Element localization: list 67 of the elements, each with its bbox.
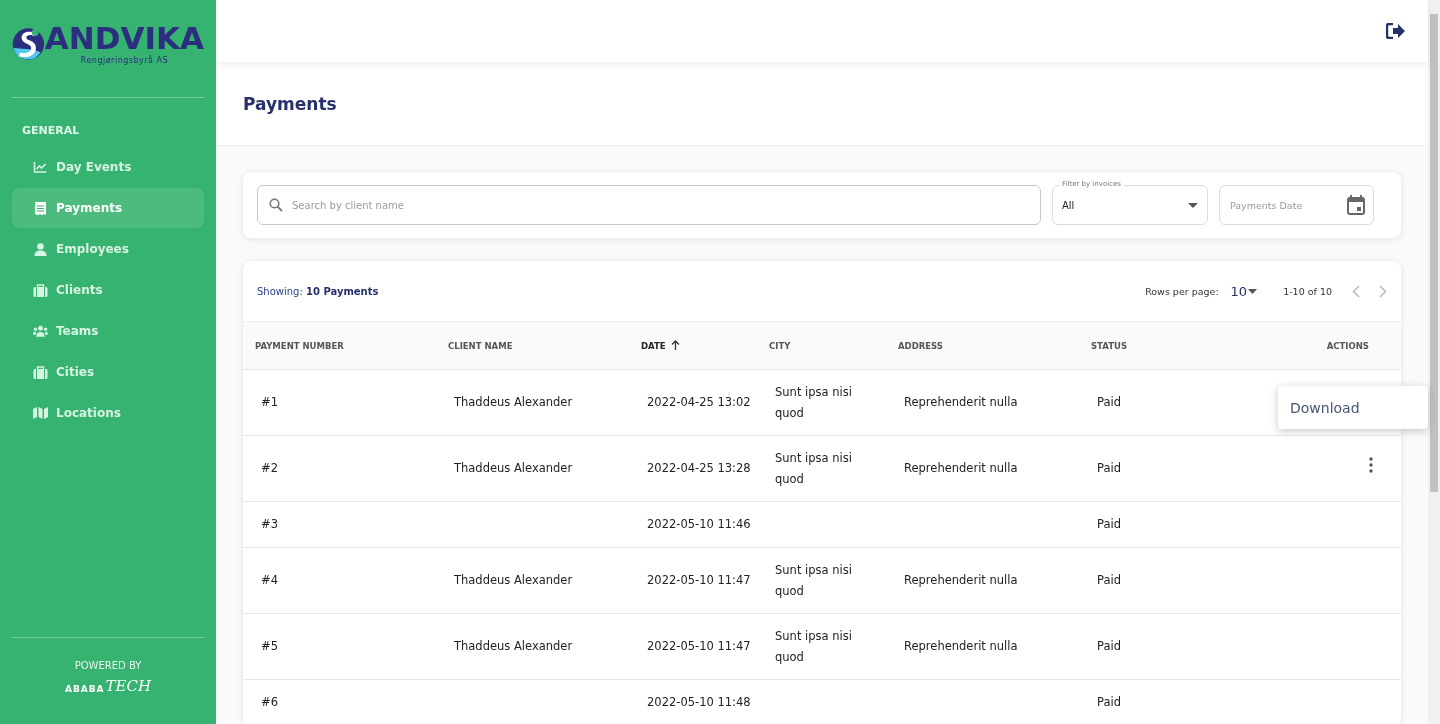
table-cell: #4 [261,573,278,587]
briefcase-icon [33,283,48,297]
table-cell: Paid [1097,639,1121,653]
caret-icon [1188,202,1198,208]
table-cell: 2022-05-10 11:46 [647,517,751,531]
search-icon [269,198,283,212]
logo-text: ANDVIKA [44,23,204,54]
showing-count: Showing: 10 Payments [257,285,379,297]
table-cell: Paid [1097,395,1121,409]
table-cell: Paid [1097,573,1121,587]
table-cell: Reprehenderit nulla [904,639,1018,653]
column-header[interactable]: PAYMENT NUMBER [243,322,436,370]
table-cell-text: Sunt ipsa nisi quod [775,449,853,488]
table-cell: #6 [261,695,278,709]
table-cell: 2022-05-10 11:47 [647,573,751,587]
calendar-icon [1347,195,1365,215]
logo-tagline: Rengjøringsbyrå AS [79,56,170,65]
table-cell: Reprehenderit nulla [904,395,1018,409]
table-cell: 2022-04-25 13:28 [647,461,751,475]
map-icon [33,407,48,419]
logout-icon[interactable] [1386,23,1406,39]
table-cell: Thaddeus Alexander [454,639,573,653]
page-range: 1-10 of 10 [1283,285,1332,297]
table-cell-text: Sunt ipsa nisi quod [775,561,853,600]
company-logo: ABABA TECH [64,679,152,694]
table-cell-text: Sunt ipsa nisi quod [775,627,853,666]
powered-by-label: POWERED BY [74,660,142,671]
table-cell: 2022-05-10 11:48 [647,695,751,709]
receipt-icon [33,201,48,215]
table-cell: 2022-04-25 13:02 [647,395,751,409]
table-cell: #2 [261,461,278,475]
person-icon [33,242,48,256]
caret-icon [1248,288,1258,294]
date-field[interactable]: Payments Date [1219,185,1374,225]
rows-per-page-dropdown[interactable]: 10 [1230,283,1258,299]
table-cell: #3 [261,517,278,531]
column-header[interactable]: ACTIONS [1301,322,1401,370]
more-options-icon[interactable] [1369,457,1373,473]
table-cell: Thaddeus Alexander [454,461,573,475]
table-cell: Reprehenderit nulla [904,573,1018,587]
group-icon [33,325,48,337]
line-chart-icon [33,161,48,173]
section-heading: GENERAL [22,124,81,137]
table-cell: Paid [1097,461,1121,475]
scrollbar[interactable] [1428,0,1440,724]
column-header[interactable]: CITY [757,322,886,370]
table-cell: Reprehenderit nulla [904,461,1018,475]
table-cell: Thaddeus Alexander [454,573,573,587]
column-header[interactable]: CLIENT NAME [436,322,629,370]
column-header[interactable]: ADDRESS [886,322,1079,370]
table-cell: Thaddeus Alexander [454,395,573,409]
sort-arrow-icon [670,340,680,350]
table-cell: 2022-05-10 11:47 [647,639,751,653]
rows-per-page-label: Rows per page: [1145,285,1219,297]
table-cell: Paid [1097,517,1121,531]
table-cell: #5 [261,639,278,653]
next-page-icon[interactable] [1379,284,1387,298]
column-header[interactable]: STATUS [1079,322,1301,370]
search-field[interactable]: Search by client name [257,185,1041,225]
briefcase-icon [33,365,48,379]
menu-item[interactable]: Download [1278,399,1360,416]
table-cell: #1 [261,395,278,409]
page-title: Payments [243,93,337,114]
table-cell-text: Sunt ipsa nisi quod [775,383,853,422]
previous-page-icon[interactable] [1352,284,1360,298]
table-cell: Paid [1097,695,1121,709]
column-header[interactable]: DATE [629,322,757,370]
